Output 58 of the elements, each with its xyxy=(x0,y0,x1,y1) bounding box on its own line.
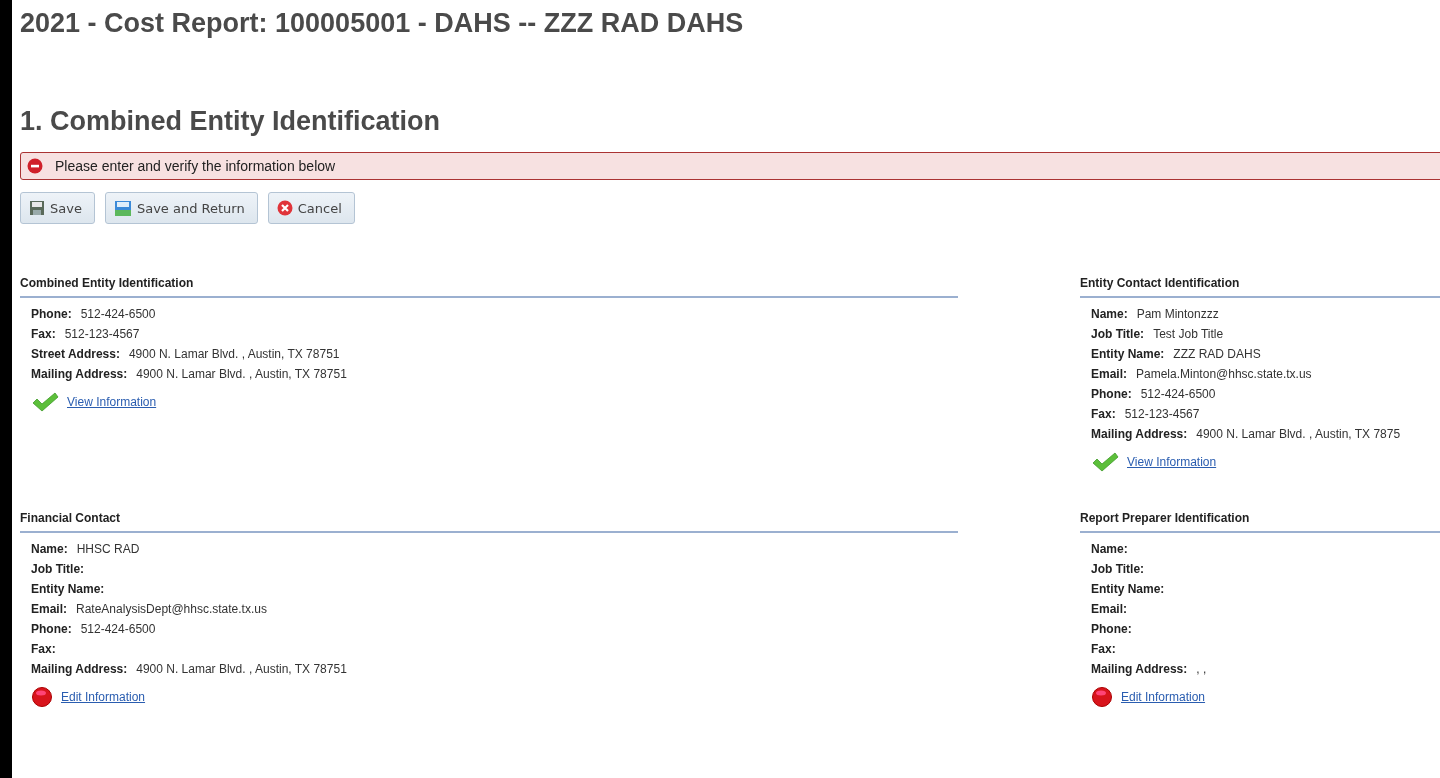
field-value: Pam Mintonzzz xyxy=(1136,307,1219,321)
panel-heading: Report Preparer Identification xyxy=(1080,511,1440,533)
save-icon xyxy=(29,200,45,216)
error-icon xyxy=(27,158,43,174)
save-and-return-button[interactable]: Save and Return xyxy=(104,192,258,224)
save-icon xyxy=(113,200,132,216)
field-label: Phone: xyxy=(31,622,72,636)
field-label: Email: xyxy=(1091,602,1127,616)
field-label: Mailing Address: xyxy=(1091,427,1188,441)
field-value: Test Job Title xyxy=(1153,327,1224,341)
save-button[interactable]: Save xyxy=(20,192,95,224)
field-value: , , xyxy=(1196,662,1207,676)
view-information-link[interactable]: View Information xyxy=(1127,455,1217,469)
field-value: ZZZ RAD DAHS xyxy=(1173,347,1261,361)
field-label: Job Title: xyxy=(1091,327,1145,341)
field-value: Pamela.Minton@hhsc.state.tx.us xyxy=(1136,367,1312,381)
field-label: Email: xyxy=(31,602,67,616)
field-label: Street Address: xyxy=(31,347,120,361)
section-title: 1. Combined Entity Identification xyxy=(20,105,442,138)
field-label: Job Title: xyxy=(31,562,85,576)
field-value: RateAnalysisDept@hhsc.state.tx.us xyxy=(76,602,267,616)
field-label: Entity Name: xyxy=(1091,582,1165,596)
alert-message: Please enter and verify the information below xyxy=(55,158,336,174)
field-label: Email: xyxy=(1091,367,1127,381)
field-label: Name: xyxy=(31,542,68,556)
field-value: 512-424-6500 xyxy=(80,622,156,636)
field-value: 512-123-4567 xyxy=(64,327,140,341)
cancel-button[interactable]: Cancel xyxy=(267,192,355,224)
edit-information-link[interactable]: Edit Information xyxy=(61,690,146,704)
panel-heading: Financial Contact xyxy=(20,511,958,533)
field-value: 512-424-6500 xyxy=(80,307,156,321)
field-label: Phone: xyxy=(1091,387,1132,401)
edit-information-link[interactable]: Edit Information xyxy=(1121,690,1206,704)
field-label: Fax: xyxy=(31,642,56,656)
field-label: Phone: xyxy=(31,307,72,321)
field-label: Phone: xyxy=(1091,622,1132,636)
cancel-icon xyxy=(276,200,293,216)
panel-heading: Entity Contact Identification xyxy=(1080,276,1440,298)
field-value: HHSC RAD xyxy=(76,542,140,556)
field-label: Mailing Address: xyxy=(1091,662,1188,676)
field-label: Job Title: xyxy=(1091,562,1145,576)
field-label: Mailing Address: xyxy=(31,367,128,381)
field-value: 4900 N. Lamar Blvd. , Austin, TX 7875 xyxy=(1196,427,1401,441)
field-label: Fax: xyxy=(1091,642,1116,656)
field-label: Mailing Address: xyxy=(31,662,128,676)
field-label: Fax: xyxy=(31,327,56,341)
field-label: Entity Name: xyxy=(1091,347,1165,361)
field-value: 512-123-4567 xyxy=(1124,407,1200,421)
panel-heading: Combined Entity Identification xyxy=(20,276,958,298)
field-label: Fax: xyxy=(1091,407,1116,421)
field-value: 4900 N. Lamar Blvd. , Austin, TX 78751 xyxy=(136,662,347,676)
field-label: Name: xyxy=(1091,307,1128,321)
field-value: 4900 N. Lamar Blvd. , Austin, TX 78751 xyxy=(128,347,340,361)
field-label: Name: xyxy=(1091,542,1128,556)
view-information-link[interactable]: View Information xyxy=(67,395,157,409)
field-value: 4900 N. Lamar Blvd. , Austin, TX 78751 xyxy=(136,367,347,381)
field-label: Entity Name: xyxy=(31,582,105,596)
field-value: 512-424-6500 xyxy=(1140,387,1216,401)
